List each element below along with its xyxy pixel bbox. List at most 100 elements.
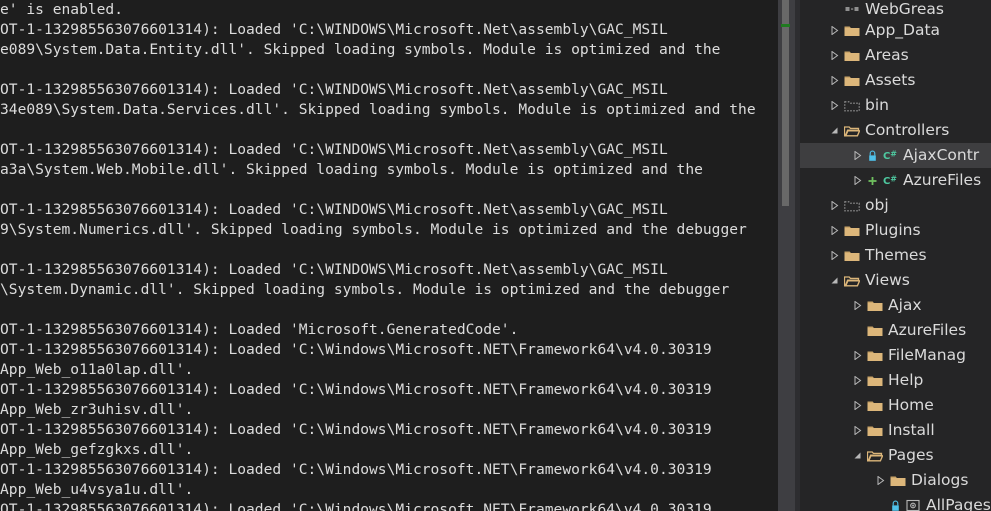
chevron-right-icon[interactable] [827, 218, 842, 243]
chevron-right-icon[interactable] [850, 168, 865, 193]
output-line: OT-1-132985563076601314): Loaded 'C:\WIN… [0, 141, 668, 158]
chevron-down-icon[interactable] [850, 443, 865, 468]
folder-closed-icon [865, 293, 885, 318]
folder-closed-icon [888, 468, 908, 493]
chevron-right-icon[interactable] [827, 93, 842, 118]
csharp-file-icon: C # [880, 168, 900, 193]
chevron-down-icon[interactable] [827, 118, 842, 143]
tree-item-label: App_Data [865, 21, 941, 39]
tree-item-bin[interactable]: bin [800, 93, 991, 118]
tree-item-views[interactable]: Views [800, 268, 991, 293]
output-line: OT-1-132985563076601314): Loaded 'C:\WIN… [0, 81, 668, 98]
output-line: OT-1-132985563076601314): Loaded 'C:\Win… [0, 341, 712, 358]
tree-item-plugins[interactable]: Plugins [800, 218, 991, 243]
solution-explorer-tree[interactable]: WebGreas App_Data Areas Assets bin Controller… [800, 0, 991, 511]
folder-open-icon [865, 443, 885, 468]
chevron-right-icon[interactable] [850, 368, 865, 393]
tree-item-themes[interactable]: Themes [800, 243, 991, 268]
output-line: OT-1-132985563076601314): Loaded 'C:\WIN… [0, 21, 668, 38]
output-line: e' is enabled. [0, 1, 124, 18]
chevron-right-icon[interactable] [827, 43, 842, 68]
tree-item-assets[interactable]: Assets [800, 68, 991, 93]
folder-closed-icon [865, 418, 885, 443]
output-line: OT-1-132985563076601314): Loaded 'C:\WIN… [0, 201, 668, 218]
chevron-right-icon[interactable] [850, 418, 865, 443]
chevron-right-icon[interactable] [873, 468, 888, 493]
csharp-file-icon: C # [880, 143, 900, 168]
tree-item-azurefiles[interactable]: C # AzureFiles [800, 168, 991, 193]
tree-item-ajax[interactable]: Ajax [800, 293, 991, 318]
expander-placeholder [827, 0, 842, 18]
folder-open-icon [842, 118, 862, 143]
folder-excluded-icon [842, 193, 862, 218]
tree-item-allpages[interactable]: AllPages [800, 493, 991, 511]
expander-placeholder [850, 318, 865, 343]
tree-item-azurefiles[interactable]: AzureFiles [800, 318, 991, 343]
output-line: App_Web_o11a0lap.dll'. [0, 361, 194, 378]
tree-item-areas[interactable]: Areas [800, 43, 991, 68]
tree-item-label: Pages [888, 446, 934, 464]
tree-item-home[interactable]: Home [800, 393, 991, 418]
output-line: a3a\System.Web.Mobile.dll'. Skipped load… [0, 161, 703, 178]
scrollbar-thumb[interactable] [782, 0, 789, 206]
folder-excluded-icon [842, 93, 862, 118]
output-vertical-scrollbar[interactable] [778, 0, 795, 511]
scrollbar-position-marker [781, 24, 790, 27]
tree-item-label: Areas [865, 46, 909, 64]
tree-item-label: bin [865, 96, 889, 114]
tree-item-webgreas[interactable]: WebGreas [800, 0, 991, 18]
tree-item-dialogs[interactable]: Dialogs [800, 468, 991, 493]
solution-explorer-pane[interactable]: WebGreas App_Data Areas Assets bin Controller… [800, 0, 991, 511]
expander-placeholder [873, 493, 888, 511]
razor-view-icon [903, 493, 923, 511]
project-reference-icon [842, 0, 862, 18]
chevron-right-icon[interactable] [850, 293, 865, 318]
svg-text:#: # [890, 175, 897, 184]
output-line: OT-1-132985563076601314): Loaded 'C:\Win… [0, 381, 712, 398]
lock-icon [865, 143, 880, 168]
chevron-down-icon[interactable] [827, 268, 842, 293]
output-line: \System.Dynamic.dll'. Skipped loading sy… [0, 281, 730, 298]
tree-item-label: Home [888, 396, 934, 414]
tree-item-obj[interactable]: obj [800, 193, 991, 218]
tree-item-label: FileManag [888, 346, 966, 364]
output-line: 9\System.Numerics.dll'. Skipped loading … [0, 221, 747, 238]
tree-item-app-data[interactable]: App_Data [800, 18, 991, 43]
tree-item-pages[interactable]: Pages [800, 443, 991, 468]
output-pane[interactable]: e' is enabled. OT-1-132985563076601314): … [0, 0, 795, 511]
tree-item-controllers[interactable]: Controllers [800, 118, 991, 143]
folder-open-icon [842, 268, 862, 293]
svg-text:#: # [890, 150, 897, 159]
chevron-right-icon[interactable] [827, 68, 842, 93]
tree-item-label: Plugins [865, 221, 921, 239]
output-line: App_Web_zr3uhisv.dll'. [0, 401, 194, 418]
tree-item-filemanag[interactable]: FileManag [800, 343, 991, 368]
chevron-right-icon[interactable] [850, 143, 865, 168]
chevron-right-icon[interactable] [850, 393, 865, 418]
chevron-right-icon[interactable] [827, 193, 842, 218]
output-line: 34e089\System.Data.Services.dll'. Skippe… [0, 101, 756, 118]
tree-item-install[interactable]: Install [800, 418, 991, 443]
output-text-body[interactable]: e' is enabled. OT-1-132985563076601314): … [0, 0, 795, 511]
tree-item-ajaxcontr[interactable]: C # AjaxContr [800, 143, 991, 168]
tree-item-help[interactable]: Help [800, 368, 991, 393]
chevron-right-icon[interactable] [850, 343, 865, 368]
chevron-right-icon[interactable] [827, 243, 842, 268]
tree-item-label: Install [888, 421, 935, 439]
chevron-right-icon[interactable] [827, 18, 842, 43]
